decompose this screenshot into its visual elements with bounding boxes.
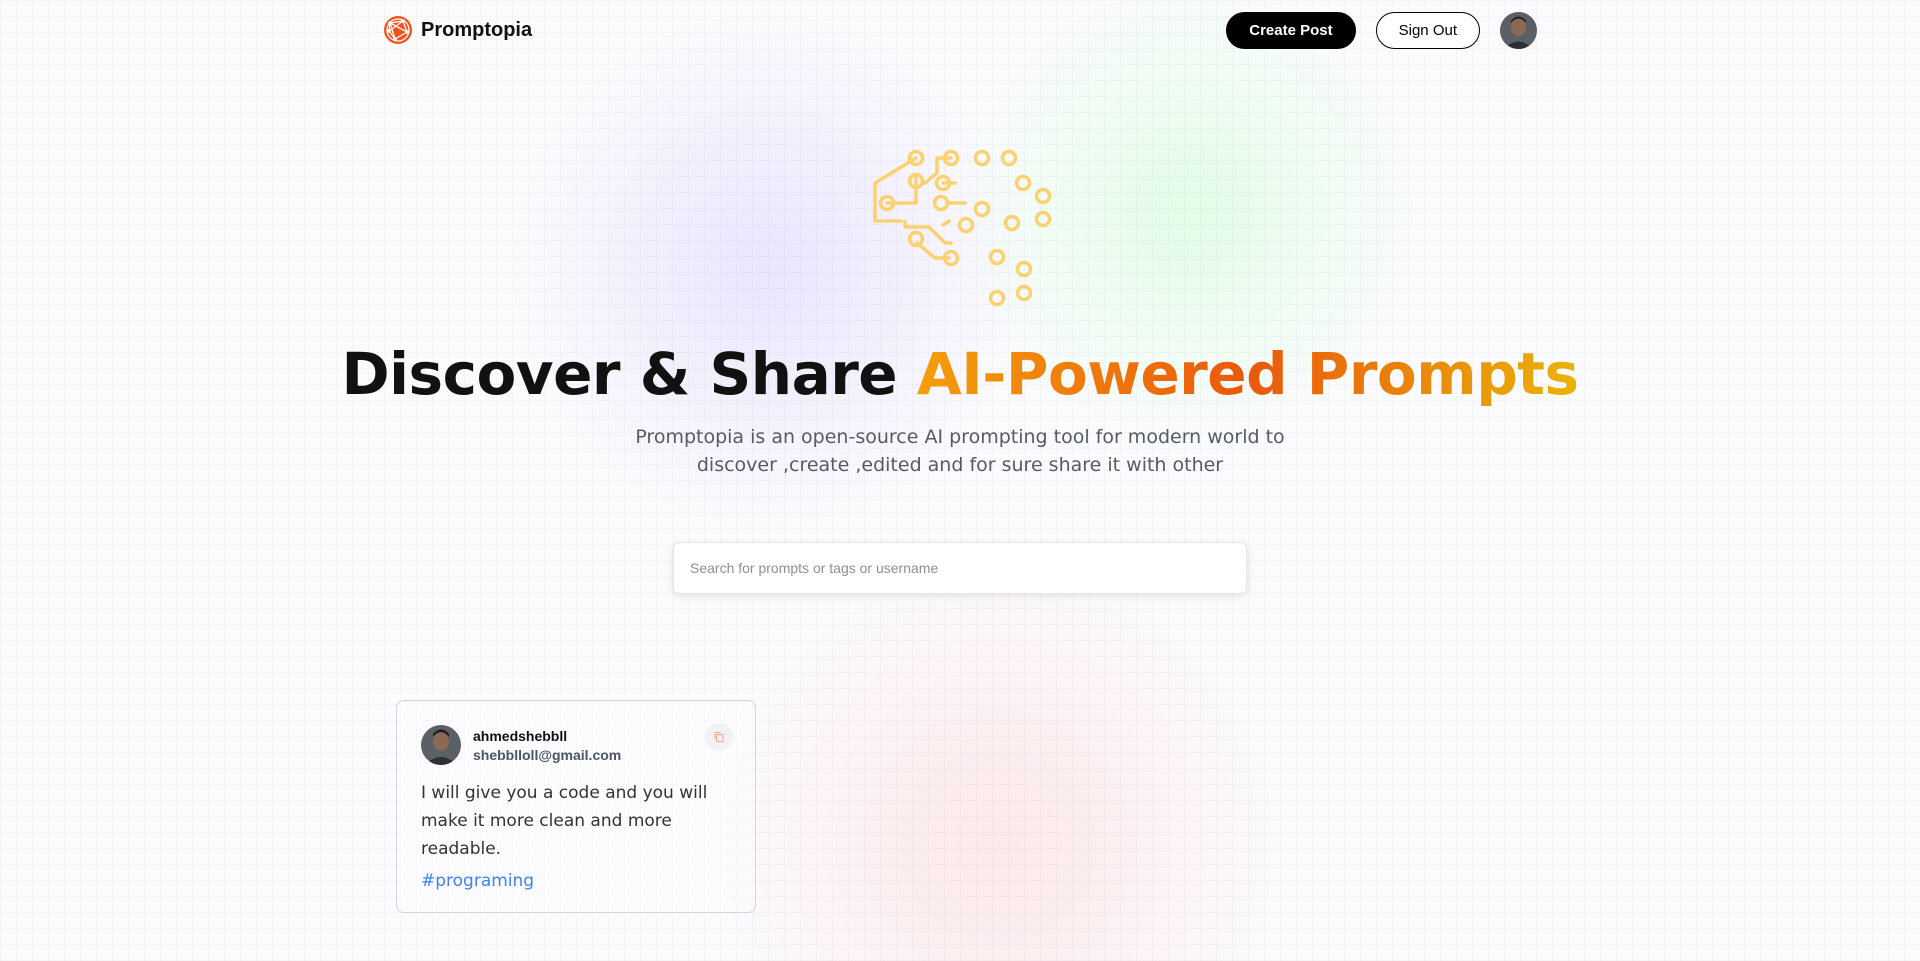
card-avatar [421, 725, 461, 765]
card-prompt-text: I will give you a code and you will make… [421, 783, 708, 859]
hero-headline: Discover & Share AI-Powered Prompts [0, 338, 1920, 410]
brand-link[interactable]: Promptopia [383, 15, 532, 45]
nav-actions: Create Post Sign Out [1226, 11, 1537, 49]
headline-plain: Discover & Share [341, 340, 917, 408]
create-post-button[interactable]: Create Post [1226, 11, 1356, 49]
copy-icon [714, 732, 724, 742]
card-user-text: ahmedshebbll shebblloll@gmail.com [473, 728, 621, 763]
copy-button[interactable] [705, 723, 733, 751]
navbar: Promptopia Create Post Sign Out [383, 10, 1537, 50]
user-avatar-icon [421, 725, 461, 765]
brand-name: Promptopia [421, 18, 533, 41]
headline-accent: AI-Powered Prompts [916, 340, 1579, 408]
globe-network-logo-icon [384, 16, 412, 44]
card-user-info[interactable]: ahmedshebbll shebblloll@gmail.com [421, 725, 621, 765]
prompt-card: ahmedshebbll shebblloll@gmail.com I will… [396, 700, 756, 913]
search-input[interactable] [673, 542, 1247, 594]
hero-description: Promptopia is an open-source AI promptin… [635, 426, 1285, 476]
user-avatar-icon [1500, 11, 1537, 49]
profile-avatar[interactable] [1500, 11, 1537, 49]
card-tag-link[interactable]: #programing [421, 871, 534, 891]
card-email: shebblloll@gmail.com [473, 746, 622, 763]
card-header: ahmedshebbll shebblloll@gmail.com [421, 723, 733, 765]
circuit-brain-icon [873, 149, 1052, 307]
card-username: ahmedshebbll [473, 727, 568, 744]
sign-out-button[interactable]: Sign Out [1375, 11, 1480, 49]
